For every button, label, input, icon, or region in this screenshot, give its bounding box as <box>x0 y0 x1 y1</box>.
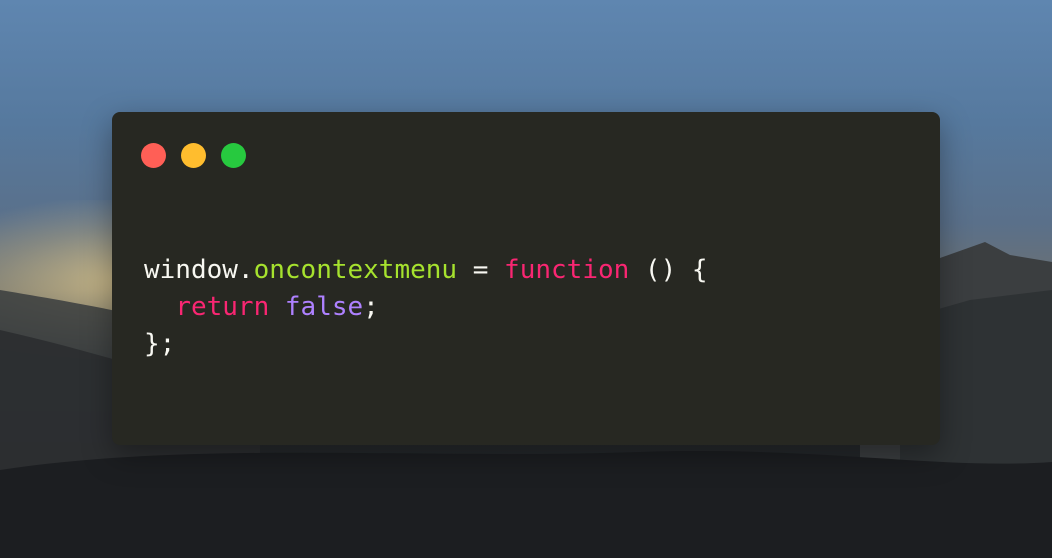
code-token-rest: () { <box>629 255 708 285</box>
code-line-1: window.oncontextmenu = function () { <box>144 252 708 289</box>
code-token-semicolon: ; <box>363 292 379 322</box>
code-token-property: oncontextmenu <box>253 255 458 285</box>
code-token-dot: . <box>237 255 254 285</box>
code-token-object: window <box>144 255 238 285</box>
code-block: window.oncontextmenu = function () { ret… <box>144 252 708 363</box>
maximize-dot-icon[interactable] <box>221 143 246 168</box>
code-token-indent <box>144 292 175 322</box>
code-window: window.oncontextmenu = function () { ret… <box>112 112 940 445</box>
code-line-2: return false; <box>144 289 708 326</box>
code-token-constant: false <box>284 292 364 322</box>
close-dot-icon[interactable] <box>141 143 166 168</box>
code-token-assign: = <box>457 255 505 285</box>
code-token-close: }; <box>144 329 176 359</box>
minimize-dot-icon[interactable] <box>181 143 206 168</box>
code-line-3: }; <box>144 326 708 363</box>
code-token-keyword: return <box>175 292 270 322</box>
code-token-keyword: function <box>504 255 630 285</box>
